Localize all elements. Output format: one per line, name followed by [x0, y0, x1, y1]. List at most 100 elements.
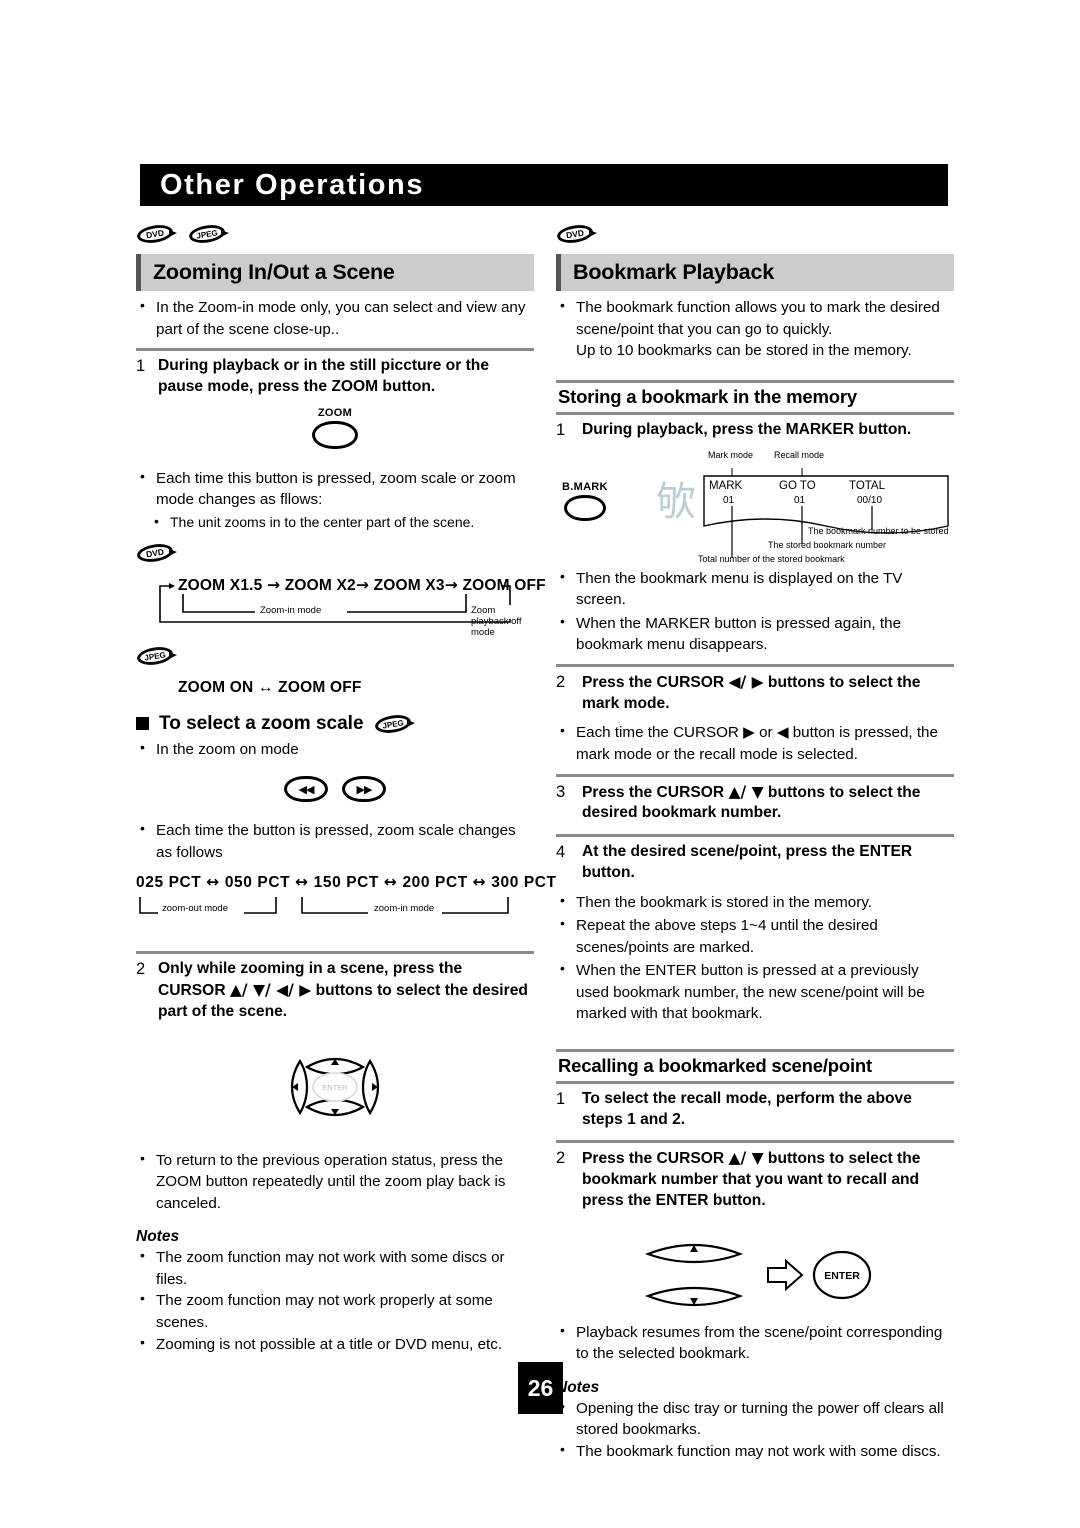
- osd-callout-mark-mode: Mark mode: [708, 449, 754, 460]
- list-item: The zoom function may not work properly …: [136, 1289, 534, 1333]
- dvd-flow-media-icon-row: DVD: [136, 543, 534, 568]
- step-number: 2: [556, 1149, 566, 1168]
- page-title: Other Operations: [160, 168, 425, 201]
- bmark-button-illustration: B.MARK: [562, 481, 608, 526]
- zoom-scale-bullets2: Each time the button is pressed, zoom sc…: [136, 819, 534, 863]
- dvd-flow-label-right: Zoom playback off mode: [471, 604, 522, 638]
- osd-callout-recall-mode: Recall mode: [774, 449, 825, 460]
- step-number: 1: [556, 1090, 566, 1109]
- osd-col-header-mark: MARK: [709, 479, 743, 492]
- zoom-scale-heading: To select a zoom scale: [159, 712, 364, 734]
- dvd-zoom-flow-diagram: ZOOM X1.5 → ZOOM X2→ ZOOM X3→ ZOOM OFF Z…: [136, 572, 546, 638]
- zoom-intro-bullets: In the Zoom-in mode only, you can select…: [136, 296, 534, 340]
- dvd-flow-items: ZOOM X1.5 → ZOOM X2→ ZOOM X3→ ZOOM OFF: [178, 576, 546, 595]
- flow-item: 200 PCT: [402, 874, 468, 892]
- bookmark-intro-bullets: The bookmark function allows you to mark…: [556, 296, 954, 362]
- list-item: Then the bookmark menu is displayed on t…: [556, 567, 954, 611]
- bullet-text-a: Each time the CURSOR: [576, 724, 739, 742]
- bookmark-after-step4-bullets: Then the bookmark is stored in the memor…: [556, 891, 954, 1025]
- recall-graphic: ENTER: [644, 1243, 872, 1306]
- bookmark-step-2: 2 Press the CURSOR ◀/ ▶ buttons to selec…: [556, 667, 954, 720]
- step-number: 3: [556, 782, 566, 801]
- dvd-flow-label-left: Zoom-in mode: [260, 604, 322, 616]
- bookmark-after-step2-bullets: Each time the CURSOR ▶ or ◀ button is pr…: [556, 721, 954, 765]
- list-item: Repeat the above steps 1~4 until the des…: [556, 914, 954, 958]
- step-text: During playback, press the MARKER button…: [582, 420, 912, 438]
- step-number: 2: [136, 960, 146, 979]
- bookmark-notes: Opening the disc tray or turning the pow…: [556, 1397, 954, 1463]
- step-text-a: Only while zooming in a scene, press the: [158, 960, 463, 978]
- after-recall-bullets: Playback resumes from the scene/point co…: [556, 1321, 954, 1365]
- step-text-b: CURSOR: [158, 982, 226, 1000]
- jpeg-disc-icon: JPEG: [374, 714, 416, 734]
- step-number: 1: [556, 420, 566, 439]
- osd-col-value-goto: 01: [794, 494, 806, 506]
- flow-item: ZOOM OFF: [462, 576, 546, 594]
- flow-item: 025 PCT: [136, 874, 202, 892]
- left-media-icons: DVD JPEG: [136, 222, 534, 246]
- flow-arrow: ↔: [206, 873, 220, 892]
- storing-bookmark-heading: Storing a bookmark in the memory: [556, 379, 954, 415]
- flow-item: ZOOM X3: [373, 576, 445, 594]
- jpeg-flow-media-icon-row: JPEG: [136, 646, 534, 671]
- step-number: 1: [136, 357, 146, 376]
- flow-arrow: →: [355, 575, 370, 594]
- osd-col-header-total: TOTAL: [849, 479, 885, 492]
- recall-enter-illustration: ENTER: [556, 1228, 954, 1320]
- section-header-bookmark: Bookmark Playback: [556, 254, 954, 291]
- osd-note-mid: The stored bookmark number: [768, 539, 887, 550]
- list-item: Each time the CURSOR ▶ or ◀ button is pr…: [556, 721, 954, 765]
- bmark-button-shape: [563, 494, 606, 521]
- list-item: When the ENTER button is pressed at a pr…: [556, 959, 954, 1025]
- cursor-right-glyph: ▶: [743, 723, 755, 742]
- flow-item: 150 PCT: [313, 874, 379, 892]
- list-item: Zooming is not possible at a title or DV…: [136, 1333, 534, 1356]
- recall-step-2: 2 Press the CURSOR ▲/ ▼ buttons to selec…: [556, 1143, 954, 1217]
- osd-note-bottom: Total number of the stored bookmark: [698, 553, 845, 564]
- recalling-bookmark-heading: Recalling a bookmarked scene/point: [556, 1049, 954, 1085]
- cursor-pad-illustration: ENTER: [136, 1041, 534, 1138]
- decorative-cjk-character: 欨: [656, 478, 696, 525]
- bookmark-step-3: 3 Press the CURSOR ▲/ ▼ buttons to selec…: [556, 777, 954, 830]
- cursor-glyphs: ▲/ ▼/ ◀/ ▶: [229, 981, 312, 1000]
- right-column: DVD Bookmark Playback The bookmark funct…: [556, 222, 954, 1463]
- notes-title: Notes: [136, 1228, 180, 1246]
- cursor-pad-graphic: ENTER: [290, 1057, 380, 1116]
- list-item: The bookmark function may not work with …: [556, 1440, 954, 1463]
- flow-arrow: ↔: [383, 873, 398, 892]
- step-text: During playback or in the still piccture…: [158, 357, 489, 395]
- flow-item: 300 PCT: [491, 874, 557, 892]
- zoom-step-1: 1 During playback or in the still picctu…: [136, 351, 534, 403]
- cursor-glyphs: ◀/ ▶: [728, 672, 764, 691]
- list-item: In the Zoom-in mode only, you can select…: [136, 296, 534, 340]
- step-number: 2: [556, 672, 566, 691]
- skip-buttons-illustration: ◀◀ ▶▶: [136, 776, 534, 803]
- page-number: 26: [518, 1362, 563, 1414]
- zoom-scale-heading-row: To select a zoom scale JPEG: [136, 713, 534, 735]
- fast-forward-button-icon: ▶▶: [342, 776, 386, 803]
- list-item: Then the bookmark is stored in the memor…: [556, 891, 954, 914]
- flow-arrow: ↔: [295, 873, 309, 892]
- list-item: The unit zooms in to the center part of …: [150, 512, 534, 533]
- section-title: Zooming In/Out a Scene: [153, 260, 395, 284]
- zoom-after-step1-subbullets: The unit zooms in to the center part of …: [136, 512, 534, 533]
- list-item: Up to 10 bookmarks can be stored in the …: [576, 342, 912, 360]
- pct-flow-label-right: zoom-in mode: [374, 903, 435, 915]
- step-text-a: Press the CURSOR: [582, 673, 725, 691]
- zoom-after-step2-bullets: To return to the previous operation stat…: [136, 1149, 534, 1215]
- list-item: The zoom function may not work with some…: [136, 1246, 534, 1290]
- list-item: In the zoom on mode: [136, 738, 534, 761]
- list-item: To return to the previous operation stat…: [136, 1149, 534, 1215]
- step-text-a: Press the CURSOR: [582, 1150, 725, 1168]
- zoom-after-step1-bullets: Each time this button is pressed, zoom s…: [136, 467, 534, 511]
- osd-note-top: The bookmark number to be stored: [808, 525, 949, 536]
- pct-flow-label-left: zoom-out mode: [162, 903, 229, 915]
- flow-item: 050 PCT: [224, 874, 291, 892]
- svg-text:ENTER: ENTER: [322, 1083, 348, 1092]
- page-title-banner: Other Operations: [140, 164, 948, 206]
- zoom-button-label: ZOOM: [317, 406, 353, 419]
- bookmark-after-step1-bullets: Then the bookmark menu is displayed on t…: [556, 567, 954, 656]
- bullet-text-b: or: [759, 724, 773, 742]
- rewind-button-icon: ◀◀: [284, 776, 328, 803]
- step-text-c: buttons to select the desired: [315, 982, 528, 1000]
